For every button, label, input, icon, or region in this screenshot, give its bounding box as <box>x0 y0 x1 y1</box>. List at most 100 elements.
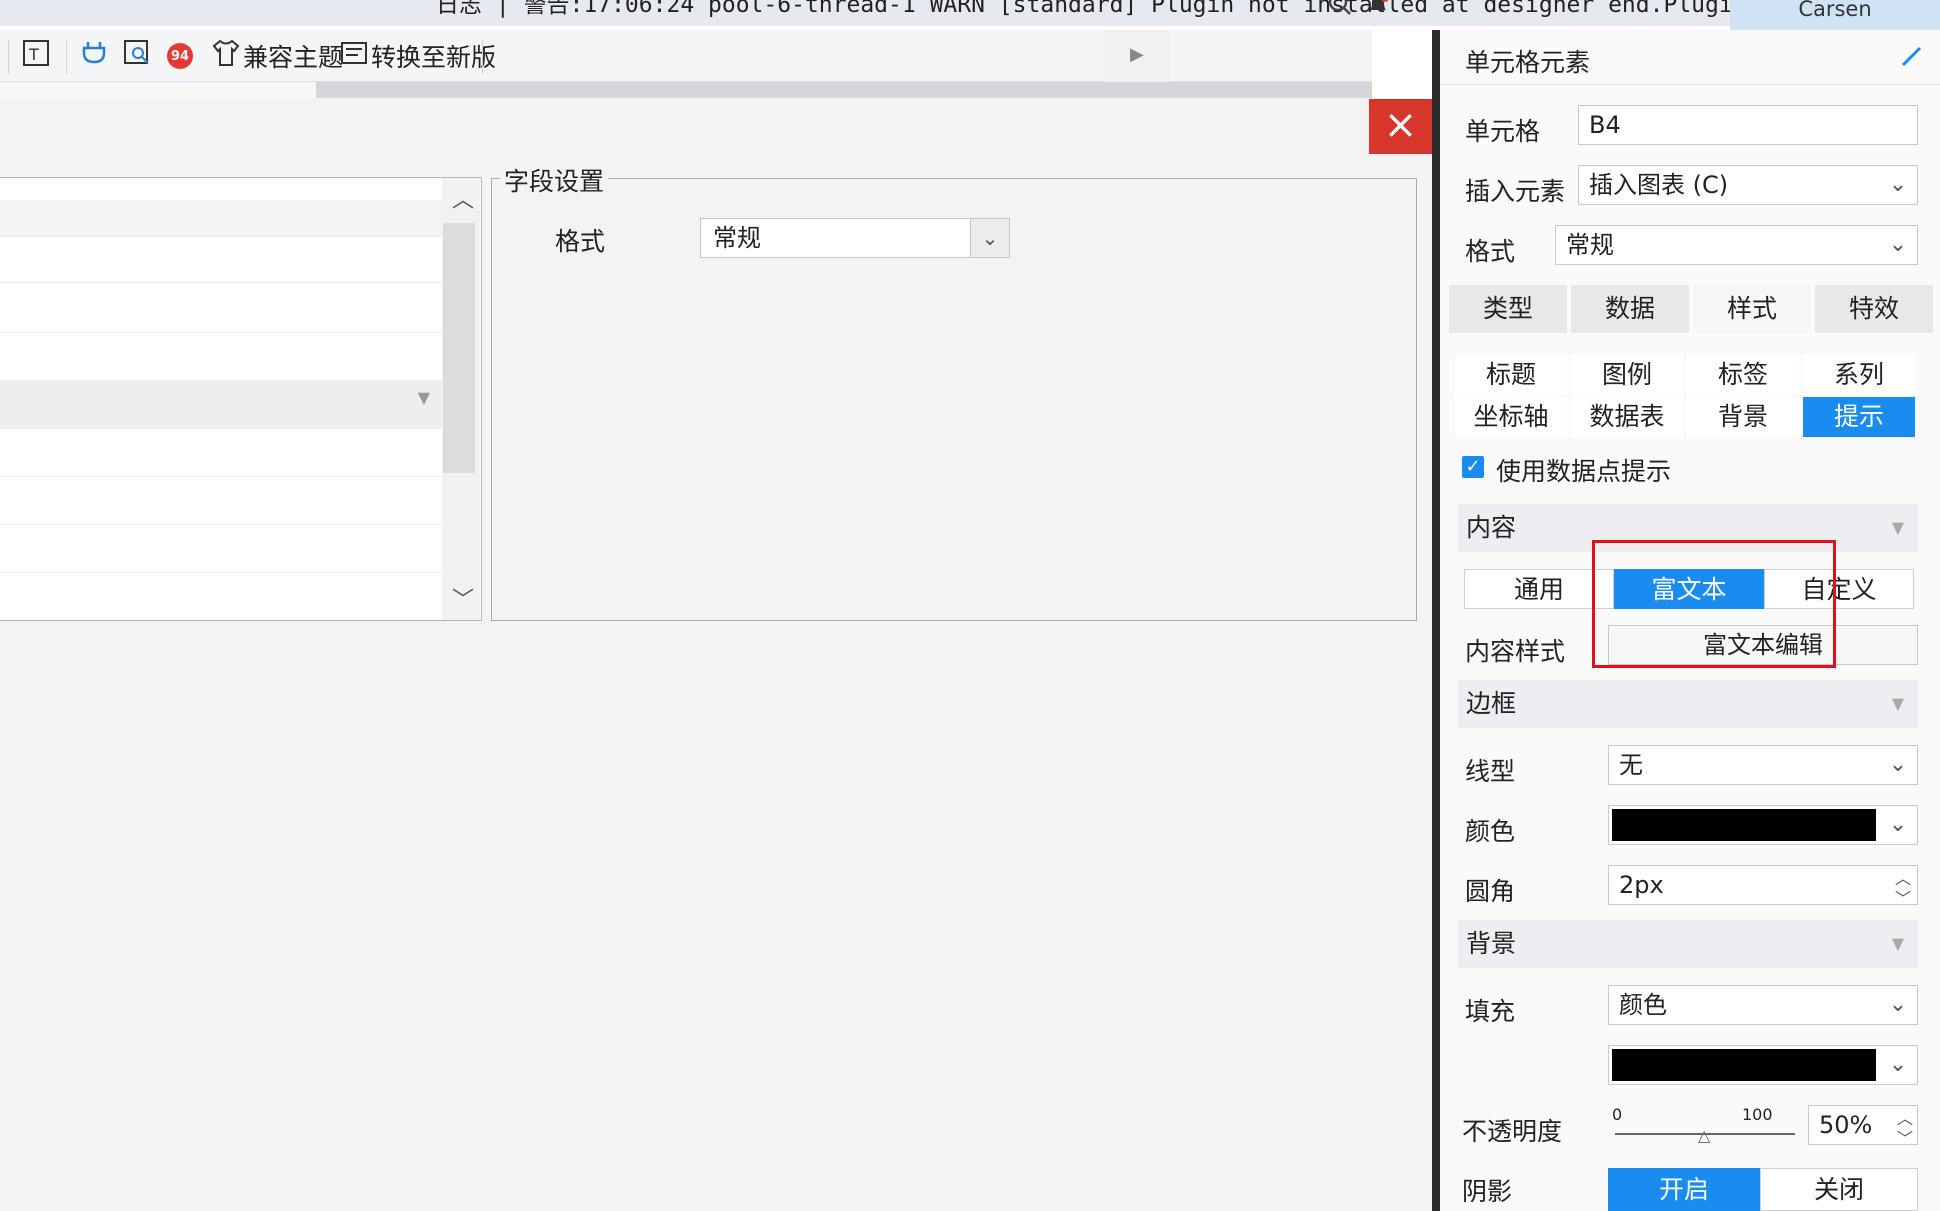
insert-element-label: 插入元素 <box>1465 177 1566 206</box>
content-style-label: 内容样式 <box>1465 637 1566 666</box>
format-value: 常规 <box>1566 231 1614 259</box>
text-box-icon[interactable]: T <box>22 38 52 74</box>
format-select-value: 常规 <box>713 224 761 252</box>
format-select[interactable]: 常规 ⌄ <box>1555 225 1918 265</box>
opacity-stepper[interactable]: 50% ︿ ﹀ <box>1808 1105 1918 1148</box>
opacity-slider-handle[interactable]: △ <box>1698 1126 1710 1145</box>
line-type-label: 线型 <box>1465 757 1516 786</box>
subtab-title[interactable]: 标题 <box>1455 355 1567 395</box>
preview-search-icon[interactable] <box>123 38 153 74</box>
color-swatch <box>1612 1049 1876 1081</box>
list-item[interactable] <box>0 332 442 381</box>
dropdown-arrow-icon[interactable]: ▼ <box>418 388 430 407</box>
format-select[interactable]: 常规 ⌄ <box>700 218 1010 258</box>
scroll-up-icon[interactable]: ︿ <box>452 182 474 214</box>
list-item[interactable] <box>0 282 442 333</box>
fill-value: 颜色 <box>1619 991 1667 1019</box>
convert-icon[interactable] <box>339 38 369 74</box>
chevron-down-icon[interactable]: ⌄ <box>1879 226 1917 264</box>
list-item[interactable] <box>0 236 442 283</box>
toolbar: T 94 兼容主题 转换至新版 ▶ <box>0 30 1372 82</box>
insert-element-value: 插入图表 (C) <box>1589 171 1729 199</box>
panel-title: 单元格元素 <box>1465 48 1591 77</box>
collapse-arrow-icon[interactable]: ▼ <box>1892 504 1904 552</box>
background-section-header[interactable]: 背景 ▼ <box>1458 920 1918 968</box>
chevron-down-icon[interactable]: ⌄ <box>1879 806 1917 844</box>
toolbar-separator <box>482 40 483 74</box>
subtab-datasheet[interactable]: 数据表 <box>1571 397 1683 437</box>
line-type-value: 无 <box>1619 751 1643 779</box>
horizontal-scrollbar[interactable] <box>316 82 1372 98</box>
fill-color-picker[interactable]: ⌄ <box>1608 1045 1918 1085</box>
shadow-label: 阴影 <box>1462 1177 1513 1206</box>
highlight-box <box>1592 540 1836 668</box>
chevron-down-icon[interactable]: ⌄ <box>1879 1046 1917 1084</box>
chevron-down-icon[interactable]: ⌄ <box>1879 746 1917 784</box>
scroll-down-icon[interactable]: ﹀ <box>452 582 474 614</box>
list-item[interactable] <box>0 200 442 237</box>
list-item[interactable] <box>0 476 442 525</box>
tab-style[interactable]: 样式 <box>1693 285 1811 333</box>
fill-select[interactable]: 颜色 ⌄ <box>1608 985 1918 1025</box>
list-item[interactable] <box>0 178 442 201</box>
subtab-label[interactable]: 标签 <box>1687 355 1799 395</box>
expand-arrow-icon[interactable]: ▶ <box>1130 44 1144 65</box>
log-message[interactable]: 日志 | 警告:17:06:24 pool-6-thread-1 WARN [s… <box>436 0 1730 18</box>
opacity-label: 不透明度 <box>1462 1117 1563 1146</box>
field-settings-title: 字段设置 <box>500 162 609 198</box>
chevron-down-icon[interactable]: ⌄ <box>1879 166 1917 204</box>
list-item[interactable] <box>0 428 442 477</box>
subtab-axis[interactable]: 坐标轴 <box>1455 397 1567 437</box>
field-list: ▼ ︿ ﹀ <box>0 177 482 621</box>
scrollbar-thumb[interactable] <box>443 223 475 473</box>
border-section-header[interactable]: 边框 ▼ <box>1458 680 1918 728</box>
list-item[interactable] <box>0 524 442 573</box>
shirt-icon[interactable] <box>211 38 241 74</box>
chevron-down-icon[interactable]: ⌄ <box>970 219 1009 257</box>
vertical-scrollbar[interactable]: ︿ ﹀ <box>442 178 480 620</box>
use-tooltip-checkbox[interactable]: ✓ <box>1462 456 1484 478</box>
subtab-series[interactable]: 系列 <box>1803 355 1915 395</box>
fill-label: 填充 <box>1465 997 1516 1026</box>
notification-badge[interactable]: 94 <box>167 43 193 69</box>
log-bar: 日志 | 警告:17:06:24 pool-6-thread-1 WARN [s… <box>0 0 1730 26</box>
list-item[interactable] <box>0 572 442 620</box>
radius-stepper[interactable]: 2px ︿ ﹀ <box>1608 865 1918 908</box>
cell-label: 单元格 <box>1465 117 1541 146</box>
subtab-tooltip[interactable]: 提示 <box>1803 397 1915 437</box>
line-type-select[interactable]: 无 ⌄ <box>1608 745 1918 785</box>
subtab-background[interactable]: 背景 <box>1687 397 1799 437</box>
insert-element-select[interactable]: 插入图表 (C) ⌄ <box>1578 165 1918 205</box>
tab-type[interactable]: 类型 <box>1449 285 1567 333</box>
use-tooltip-label: 使用数据点提示 <box>1496 457 1672 486</box>
chevron-down-icon[interactable]: ⌄ <box>1879 986 1917 1024</box>
compat-theme-button[interactable]: 兼容主题 <box>243 38 343 74</box>
collapse-arrow-icon[interactable]: ▼ <box>1892 920 1904 968</box>
sheet-tab[interactable] <box>0 82 317 98</box>
border-color-picker[interactable]: ⌄ <box>1608 805 1918 845</box>
color-label: 颜色 <box>1465 817 1516 846</box>
tab-effects[interactable]: 特效 <box>1815 285 1933 333</box>
svg-text:T: T <box>28 45 39 64</box>
opacity-value: 50% <box>1819 1111 1873 1139</box>
stepper-down-icon[interactable]: ﹀ <box>1897 1120 1913 1158</box>
opacity-max-label: 100 <box>1742 1105 1773 1124</box>
cell-input[interactable]: B4 <box>1578 105 1918 145</box>
plug-icon[interactable] <box>80 38 110 74</box>
convert-new-version-button[interactable]: 转换至新版 <box>371 38 496 74</box>
user-name[interactable]: Carsen <box>1730 0 1940 30</box>
edit-pencil-icon[interactable] <box>1900 44 1924 68</box>
bell-icon[interactable] <box>1366 0 1390 18</box>
format-label: 格式 <box>1465 237 1516 266</box>
toolbar-separator <box>8 40 9 74</box>
search-icon[interactable] <box>1328 0 1352 18</box>
radius-value: 2px <box>1619 871 1664 899</box>
stepper-down-icon[interactable]: ﹀ <box>1895 880 1911 918</box>
collapse-arrow-icon[interactable]: ▼ <box>1892 680 1904 728</box>
shadow-off-button[interactable]: 关闭 <box>1760 1168 1918 1211</box>
list-item-group[interactable]: ▼ <box>0 380 442 429</box>
subtab-legend[interactable]: 图例 <box>1571 355 1683 395</box>
tab-data[interactable]: 数据 <box>1571 285 1689 333</box>
close-button[interactable]: × <box>1369 99 1432 154</box>
shadow-on-button[interactable]: 开启 <box>1608 1168 1760 1211</box>
